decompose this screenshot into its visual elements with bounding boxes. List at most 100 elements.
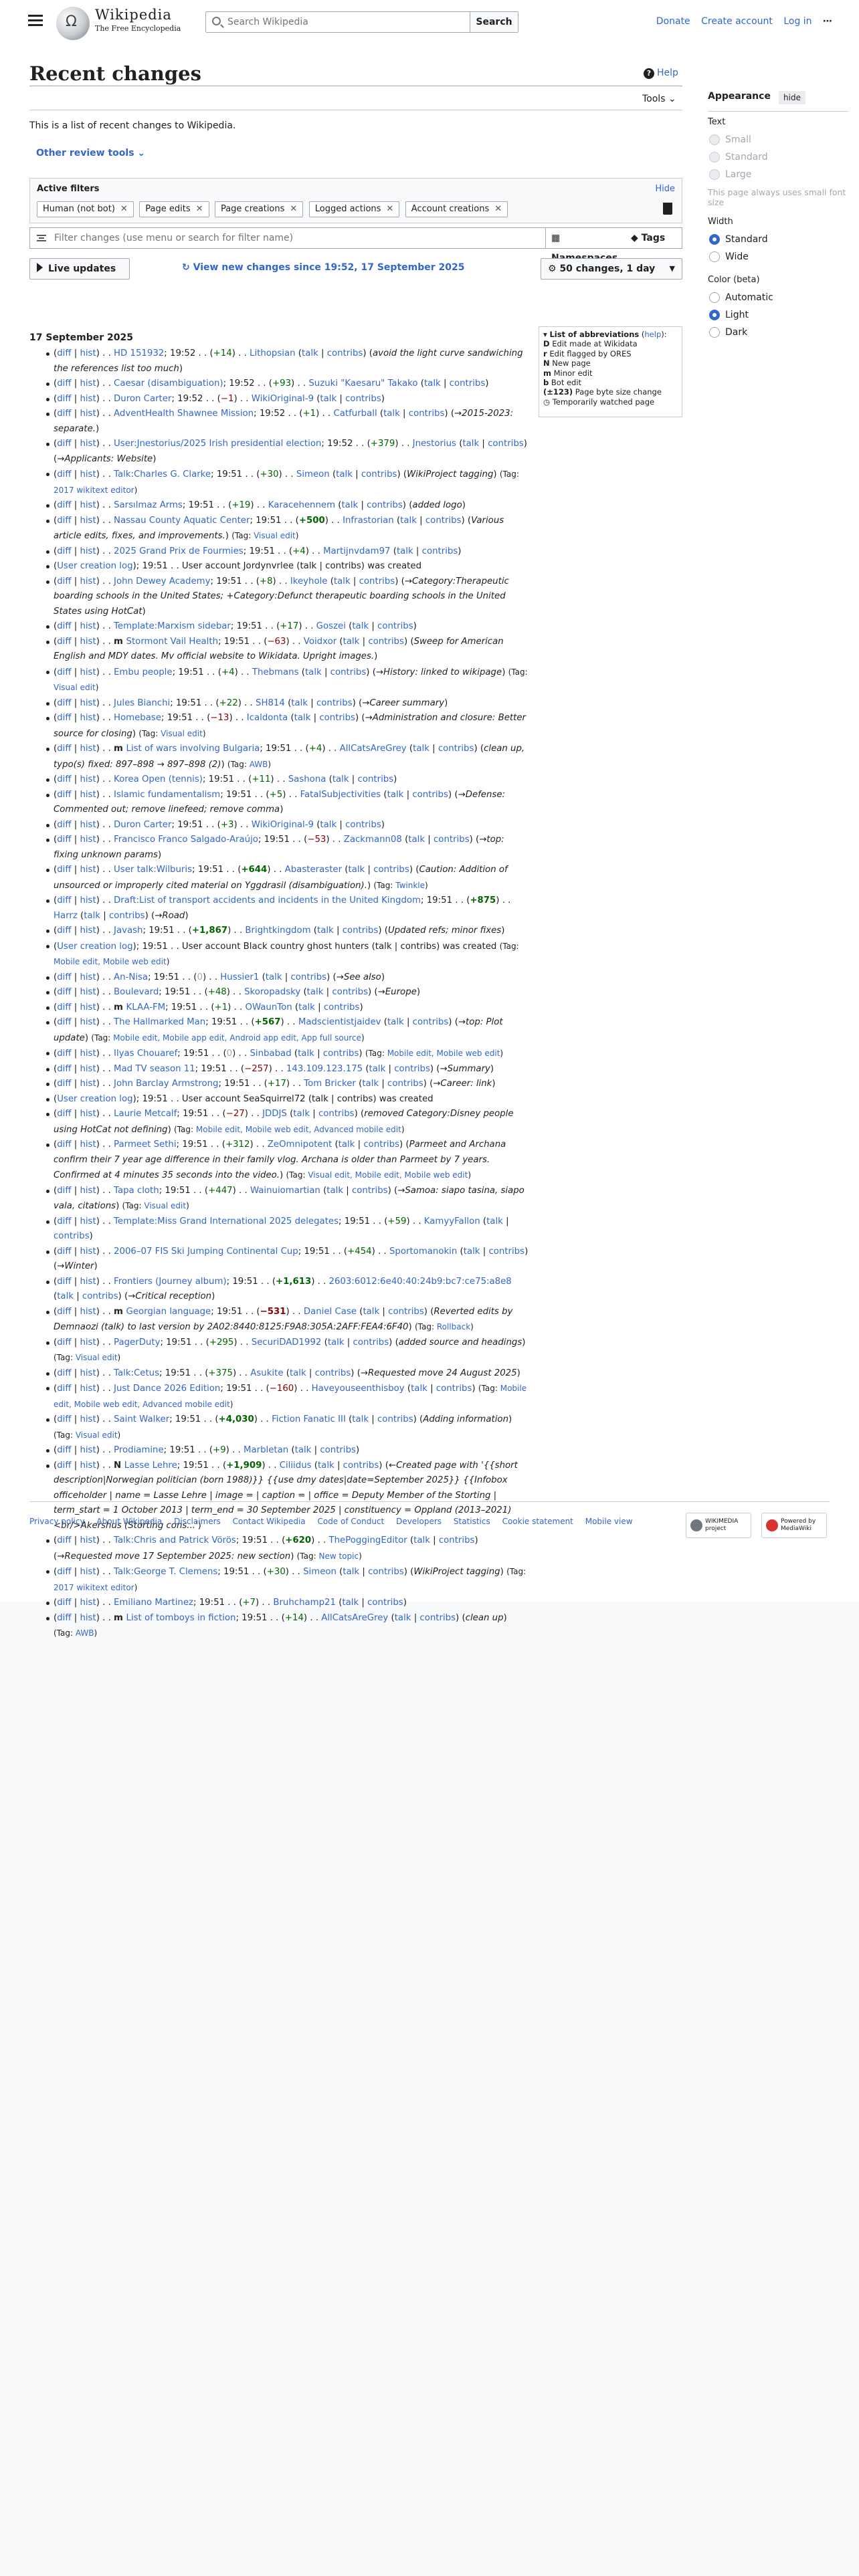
- hide-filters-link[interactable]: Hide: [655, 184, 675, 194]
- tag-link[interactable]: Visual edit: [254, 531, 296, 540]
- user-contribs-link[interactable]: contribs: [327, 348, 363, 358]
- tag-link[interactable]: Visual edit: [54, 683, 96, 692]
- diff-link[interactable]: diff: [57, 516, 71, 526]
- user-contribs-link[interactable]: contribs: [345, 820, 381, 830]
- tag-link[interactable]: Mobile edit, Mobile app edit, Android ap…: [113, 1033, 361, 1043]
- width-standard-radio[interactable]: Standard: [708, 231, 848, 248]
- user-link[interactable]: Suzuki "Kaesaru" Takako: [308, 379, 417, 389]
- other-review-tools-label[interactable]: Other review tools: [36, 148, 134, 158]
- diff-link[interactable]: diff: [57, 1049, 71, 1059]
- user-link[interactable]: Catfurball: [333, 409, 377, 419]
- tag-link[interactable]: Visual edit: [76, 1353, 118, 1362]
- diff-link[interactable]: diff: [57, 987, 71, 997]
- hist-link[interactable]: hist: [80, 1002, 96, 1012]
- user-contribs-link[interactable]: contribs: [324, 1002, 360, 1012]
- page-title-link[interactable]: Draft:List of transport accidents and in…: [114, 895, 421, 905]
- diff-link[interactable]: diff: [57, 637, 71, 647]
- user-talk-link[interactable]: talk: [397, 546, 413, 556]
- close-icon[interactable]: ✕: [386, 204, 393, 214]
- user-contribs-link[interactable]: contribs: [434, 835, 470, 845]
- user-link[interactable]: OWaunTon: [245, 1002, 292, 1012]
- footer-link-developers[interactable]: Developers: [396, 1517, 442, 1526]
- user-link[interactable]: SH814: [256, 698, 285, 708]
- trash-icon[interactable]: [663, 203, 672, 215]
- diff-link[interactable]: diff: [57, 1109, 71, 1119]
- hist-link[interactable]: hist: [80, 1567, 96, 1577]
- user-contribs-link[interactable]: contribs: [319, 713, 355, 723]
- diff-link[interactable]: diff: [57, 1598, 71, 1608]
- hist-link[interactable]: hist: [80, 972, 96, 982]
- diff-link[interactable]: diff: [57, 576, 71, 586]
- diff-link[interactable]: diff: [57, 1002, 71, 1012]
- user-talk-link[interactable]: talk: [343, 1567, 359, 1577]
- user-link[interactable]: Thebmans: [252, 667, 299, 677]
- user-talk-link[interactable]: talk: [387, 1017, 404, 1027]
- diff-link[interactable]: diff: [57, 379, 71, 389]
- hist-link[interactable]: hist: [80, 1414, 96, 1424]
- diff-link[interactable]: diff: [57, 820, 71, 830]
- tag-link[interactable]: AWB: [250, 760, 268, 769]
- mediawiki-badge[interactable]: Powered by MediaWiki: [761, 1513, 827, 1538]
- user-link[interactable]: Madscientistjaidev: [298, 1017, 381, 1027]
- user-contribs-link[interactable]: contribs: [316, 698, 353, 708]
- page-title-link[interactable]: Template:Miss Grand International 2025 d…: [114, 1216, 339, 1226]
- tools-label[interactable]: Tools: [642, 94, 666, 104]
- user-talk-link[interactable]: talk: [400, 516, 417, 526]
- user-talk-link[interactable]: talk: [413, 744, 430, 754]
- page-title-link[interactable]: Prodiamine: [114, 1445, 164, 1455]
- filter-chip[interactable]: Page edits ✕: [139, 201, 209, 217]
- user-talk-link[interactable]: talk: [411, 1384, 427, 1394]
- user-contribs-link[interactable]: contribs: [367, 500, 403, 510]
- user-contribs-link[interactable]: contribs: [488, 439, 524, 449]
- page-title-link[interactable]: The Hallmarked Man: [114, 1017, 205, 1027]
- user-contribs-link[interactable]: contribs: [419, 1613, 456, 1623]
- user-link[interactable]: SecuriDAD1992: [252, 1337, 322, 1348]
- user-talk-link[interactable]: talk: [266, 972, 282, 982]
- filter-chip[interactable]: Account creations ✕: [405, 201, 508, 217]
- page-title-link[interactable]: Laurie Metcalf: [114, 1109, 177, 1119]
- page-title-link[interactable]: Nassau County Aquatic Center: [114, 516, 250, 526]
- hist-link[interactable]: hist: [80, 637, 96, 647]
- user-contribs-link[interactable]: contribs: [450, 379, 486, 389]
- user-talk-link[interactable]: talk: [342, 1598, 359, 1608]
- user-link[interactable]: Sportomanokin: [389, 1247, 457, 1257]
- user-link[interactable]: Jnestorius: [413, 439, 456, 449]
- page-title-link[interactable]: Embu people: [114, 667, 173, 677]
- hist-link[interactable]: hist: [80, 1186, 96, 1196]
- diff-link[interactable]: diff: [57, 790, 71, 800]
- user-contribs-link[interactable]: contribs: [358, 774, 394, 784]
- view-new-changes-label[interactable]: View new changes since 19:52, 17 Septemb…: [193, 262, 465, 273]
- color-dark-radio[interactable]: Dark: [708, 324, 848, 341]
- user-talk-link[interactable]: talk: [326, 1186, 343, 1196]
- hist-link[interactable]: hist: [80, 1247, 96, 1257]
- user-link[interactable]: Hussier1: [220, 972, 259, 982]
- user-talk-link[interactable]: talk: [339, 1140, 355, 1150]
- user-contribs-link[interactable]: contribs: [323, 1049, 359, 1059]
- page-title-link[interactable]: Korea Open (tennis): [114, 774, 203, 784]
- user-contribs-link[interactable]: contribs: [488, 1247, 524, 1257]
- user-contribs-link[interactable]: contribs: [330, 667, 367, 677]
- user-link[interactable]: Goszei: [316, 621, 346, 631]
- footer-link-privacy[interactable]: Privacy policy: [29, 1517, 85, 1526]
- diff-link[interactable]: diff: [57, 1079, 71, 1089]
- user-talk-link[interactable]: talk: [302, 348, 318, 358]
- page-title-link[interactable]: Stormont Vail Health: [126, 637, 218, 647]
- page-title-link[interactable]: John Dewey Academy: [114, 576, 210, 586]
- page-title-link[interactable]: Caesar (disambiguation): [114, 379, 223, 389]
- user-link[interactable]: Ciliidus: [280, 1461, 312, 1471]
- diff-link[interactable]: diff: [57, 546, 71, 556]
- user-link[interactable]: AllCatsAreGrey: [340, 744, 407, 754]
- user-contribs-link[interactable]: contribs: [345, 394, 381, 404]
- page-title-link[interactable]: Frontiers (Journey album): [114, 1277, 227, 1287]
- tag-link[interactable]: Rollback: [437, 1322, 470, 1331]
- user-contribs-link[interactable]: contribs: [315, 1368, 351, 1378]
- user-contribs-link[interactable]: contribs: [377, 621, 413, 631]
- hist-link[interactable]: hist: [80, 576, 96, 586]
- user-talk-link[interactable]: talk: [352, 1414, 369, 1424]
- user-link[interactable]: Harrz: [54, 911, 78, 921]
- diff-link[interactable]: diff: [57, 1307, 71, 1317]
- page-title-link[interactable]: Talk:George T. Clemens: [114, 1567, 217, 1577]
- user-link[interactable]: WikiOriginal-9: [252, 394, 314, 404]
- user-link[interactable]: Skoropadsky: [244, 987, 300, 997]
- hist-link[interactable]: hist: [80, 1535, 96, 1545]
